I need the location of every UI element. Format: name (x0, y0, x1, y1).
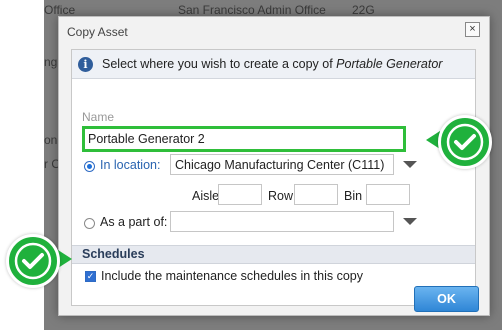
dialog-title: Copy Asset (67, 25, 128, 39)
badge-pointer (58, 250, 72, 268)
copy-asset-dialog: Copy Asset × i Select where you wish to … (58, 16, 490, 316)
parent-asset-select[interactable] (170, 211, 394, 232)
bin-input[interactable] (366, 184, 410, 205)
as-part-of-radio[interactable] (84, 218, 95, 229)
schedules-section-header: Schedules (72, 245, 475, 264)
info-icon: i (78, 57, 93, 72)
copy-form-panel: i Select where you wish to create a copy… (71, 49, 476, 306)
checkmark-badge-icon (6, 234, 60, 288)
ok-button[interactable]: OK (414, 286, 479, 312)
include-schedules-label[interactable]: Include the maintenance schedules in thi… (101, 269, 363, 283)
include-schedules-checkbox[interactable]: ✓ (85, 271, 96, 282)
location-select[interactable]: Chicago Manufacturing Center (C111) (170, 154, 394, 175)
as-part-of-label[interactable]: As a part of: (100, 215, 167, 229)
in-location-radio[interactable] (84, 161, 95, 172)
in-location-label[interactable]: In location: (100, 158, 160, 172)
schedules-heading: Schedules (82, 247, 145, 261)
background-cell-name: Office (44, 3, 76, 17)
checkmark-badge-icon (438, 115, 492, 169)
info-bar: i Select where you wish to create a copy… (72, 50, 475, 79)
aisle-label: Aisle (192, 189, 220, 203)
row-label: Row (268, 189, 294, 203)
name-label: Name (82, 110, 115, 124)
info-asset-name: Portable Generator (336, 57, 443, 71)
dropdown-arrow-icon[interactable] (403, 161, 417, 168)
close-icon[interactable]: × (465, 22, 480, 37)
row-input[interactable] (294, 184, 338, 205)
info-message-prefix: Select where you wish to create a copy o… (102, 57, 337, 71)
info-message: Select where you wish to create a copy o… (102, 57, 442, 71)
aisle-input[interactable] (218, 184, 262, 205)
background-cell-value: 22G (352, 3, 375, 17)
dropdown-arrow-icon[interactable] (403, 218, 417, 225)
bin-label: Bin (344, 189, 363, 203)
background-cell-location: San Francisco Admin Office (178, 3, 326, 17)
name-input[interactable] (82, 126, 406, 152)
